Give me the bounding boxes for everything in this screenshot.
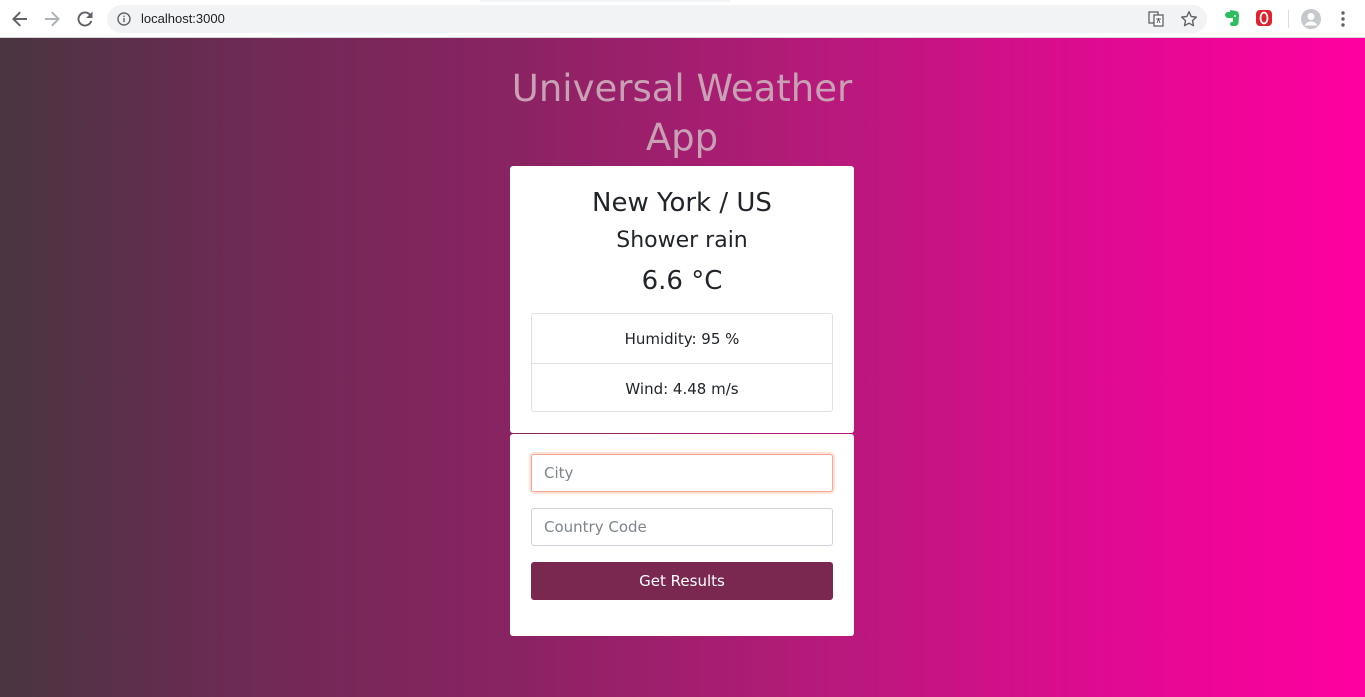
- country-code-input[interactable]: [531, 508, 833, 546]
- tab-strip: [480, 0, 730, 2]
- weather-description: Shower rain: [616, 228, 748, 253]
- app-title: Universal Weather App: [511, 67, 853, 159]
- opera-extension-icon[interactable]: [1255, 9, 1273, 27]
- arrow-right-icon: [45, 11, 60, 27]
- location-label: New York / US: [592, 188, 772, 218]
- evernote-icon[interactable]: [1223, 9, 1241, 27]
- toolbar-separator: [1288, 10, 1289, 28]
- arrow-left-icon: [12, 11, 27, 27]
- city-input[interactable]: [531, 454, 833, 492]
- weather-card: New York / US Shower rain 6.6 °C Humidit…: [510, 166, 854, 433]
- reload-button[interactable]: [74, 8, 96, 30]
- more-menu-icon[interactable]: [1336, 10, 1350, 28]
- address-bar[interactable]: localhost:3000: [107, 5, 1207, 33]
- info-icon[interactable]: [117, 12, 131, 26]
- translate-icon[interactable]: [1148, 11, 1164, 27]
- wind-item: Wind: 4.48 m/s: [532, 363, 832, 413]
- weather-details-list: Humidity: 95 % Wind: 4.48 m/s: [531, 313, 833, 412]
- reload-icon: [77, 11, 93, 27]
- profile-avatar-icon[interactable]: [1300, 8, 1322, 30]
- url-text[interactable]: localhost:3000: [141, 10, 225, 28]
- browser-toolbar: localhost:3000: [0, 0, 1365, 38]
- forward-button[interactable]: [41, 8, 63, 30]
- humidity-item: Humidity: 95 %: [624, 329, 740, 348]
- temperature-value: 6.6 °C: [641, 266, 723, 296]
- get-results-button[interactable]: Get Results: [531, 562, 833, 600]
- page-background: Universal Weather App New York / US Show…: [0, 38, 1365, 697]
- back-button[interactable]: [9, 8, 31, 30]
- bookmark-star-icon[interactable]: [1180, 10, 1198, 28]
- search-form-card: Get Results: [510, 434, 854, 636]
